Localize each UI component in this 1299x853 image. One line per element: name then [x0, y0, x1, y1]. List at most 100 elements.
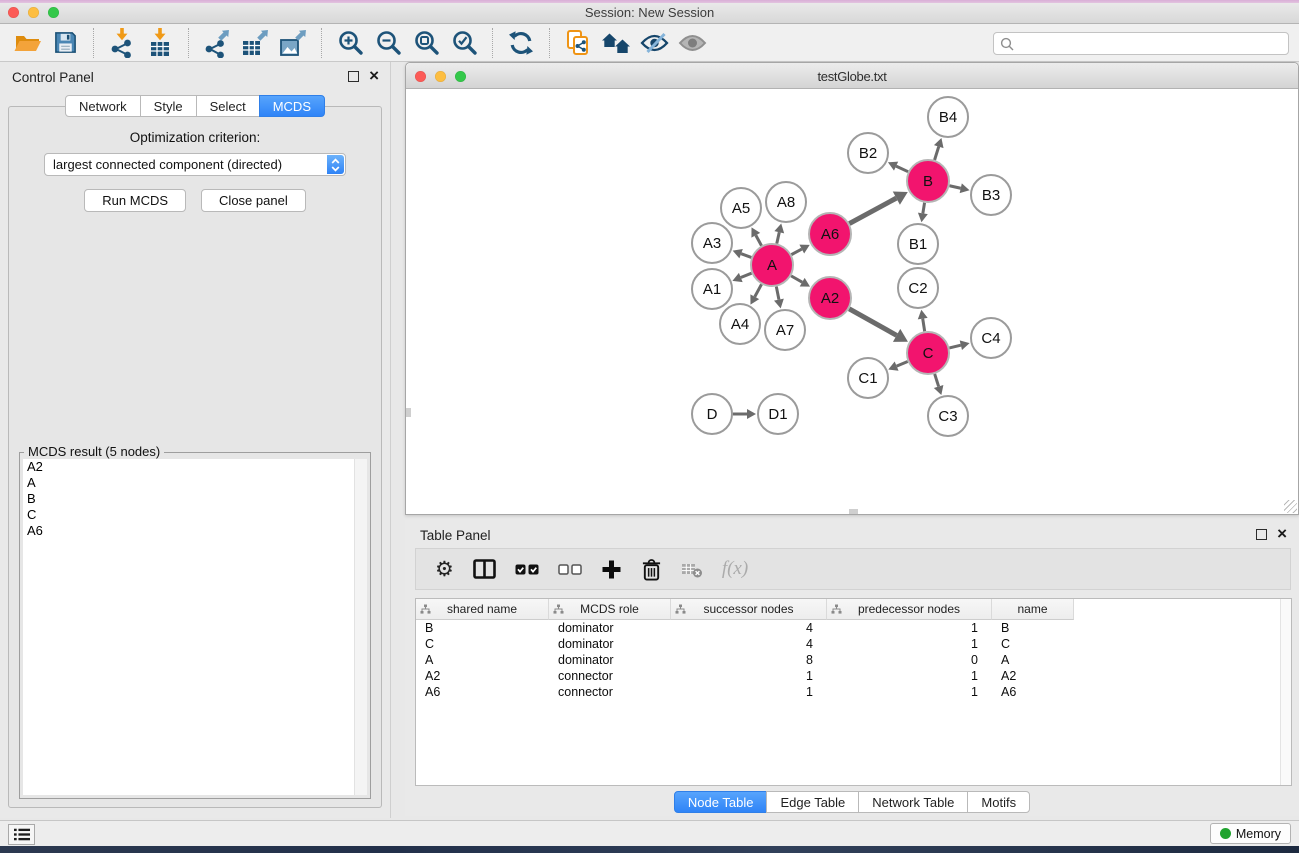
result-item[interactable]: B [23, 491, 367, 507]
close-panel-icon[interactable]: × [369, 66, 379, 86]
select-all-columns-button[interactable] [515, 564, 539, 575]
graph-edge-B-B4[interactable] [935, 147, 939, 160]
graph-edge-B-B2[interactable] [896, 166, 908, 172]
graph-edge-B-B1[interactable] [923, 203, 925, 214]
tab-select[interactable]: Select [196, 95, 260, 117]
column-header-predecessor-nodes[interactable]: predecessor nodes [827, 599, 992, 620]
float-panel-icon[interactable] [348, 71, 359, 82]
cell-shared-name[interactable]: A6 [416, 684, 549, 700]
hide-graphics-details-button[interactable] [635, 26, 673, 60]
zoom-out-button[interactable] [369, 26, 407, 60]
close-panel-button[interactable]: Close panel [201, 189, 306, 212]
task-history-button[interactable] [8, 824, 35, 845]
cell-shared-name[interactable]: A2 [416, 668, 549, 684]
zoom-in-button[interactable] [331, 26, 369, 60]
cell-successor-nodes[interactable]: 8 [671, 652, 827, 668]
cell-successor-nodes[interactable]: 1 [671, 668, 827, 684]
cell-shared-name[interactable]: A [416, 652, 549, 668]
import-network-button[interactable] [103, 26, 141, 60]
float-table-panel-icon[interactable] [1256, 529, 1267, 540]
export-image-button[interactable] [274, 26, 312, 60]
cell-successor-nodes[interactable]: 1 [671, 684, 827, 700]
duplicate-network-button[interactable] [559, 26, 597, 60]
cell-MCDS-role[interactable]: dominator [549, 636, 671, 652]
graph-edge-C-C3[interactable] [935, 374, 939, 386]
save-session-button[interactable] [46, 26, 84, 60]
network-graph[interactable]: A5A8A6A3AA1A4A7A2B2B4BB3B1C2C4CC1C3DD1 [406, 89, 1298, 514]
import-table-button[interactable] [141, 26, 179, 60]
show-graphics-details-button[interactable] [673, 26, 711, 60]
export-network-button[interactable] [198, 26, 236, 60]
create-column-button[interactable] [601, 559, 622, 580]
close-table-panel-icon[interactable]: × [1277, 524, 1287, 544]
cell-predecessor-nodes[interactable]: 0 [827, 652, 992, 668]
cell-predecessor-nodes[interactable]: 1 [827, 620, 992, 636]
cell-successor-nodes[interactable]: 4 [671, 636, 827, 652]
result-item[interactable]: A2 [23, 459, 367, 475]
search-box[interactable] [993, 32, 1289, 55]
graph-edge-A6-B[interactable] [849, 198, 896, 223]
tab-motifs[interactable]: Motifs [967, 791, 1030, 813]
network-canvas[interactable]: A5A8A6A3AA1A4A7A2B2B4BB3B1C2C4CC1C3DD1 [406, 89, 1298, 514]
graph-edge-A-A4[interactable] [755, 284, 762, 296]
graph-edge-C-C2[interactable] [923, 319, 925, 332]
table-row[interactable]: A6connector11A6 [416, 684, 1291, 700]
graph-edge-C-C4[interactable] [949, 345, 960, 348]
table-row[interactable]: Adominator80A [416, 652, 1291, 668]
graph-edge-A2-C[interactable] [849, 309, 896, 336]
result-item[interactable]: C [23, 507, 367, 523]
export-table-button[interactable] [236, 26, 274, 60]
graph-edge-A-A8[interactable] [777, 232, 780, 243]
column-header-name[interactable]: name [992, 599, 1074, 620]
tab-network[interactable]: Network [65, 95, 141, 117]
table-row[interactable]: Bdominator41B [416, 620, 1291, 636]
graph-edge-A-A7[interactable] [776, 287, 779, 300]
graph-edge-A-A2[interactable] [791, 276, 802, 282]
window-resize-grip[interactable] [1284, 500, 1297, 513]
optimization-dropdown[interactable]: largest connected component (directed) [44, 153, 346, 176]
column-header-MCDS-role[interactable]: MCDS role [549, 599, 671, 620]
show-columns-button[interactable] [473, 559, 496, 579]
tab-style[interactable]: Style [140, 95, 197, 117]
cell-name[interactable]: A6 [992, 684, 1074, 700]
cell-predecessor-nodes[interactable]: 1 [827, 668, 992, 684]
graph-edge-A-A1[interactable] [741, 273, 752, 277]
graph-edge-A-A6[interactable] [791, 249, 801, 255]
cell-shared-name[interactable]: B [416, 620, 549, 636]
cell-predecessor-nodes[interactable]: 1 [827, 684, 992, 700]
graph-edge-A-A3[interactable] [741, 254, 751, 258]
tab-network-table[interactable]: Network Table [858, 791, 968, 813]
unselect-all-columns-button[interactable] [558, 564, 582, 575]
graph-edge-B-B3[interactable] [949, 186, 960, 189]
tab-node-table[interactable]: Node Table [674, 791, 768, 813]
cell-predecessor-nodes[interactable]: 1 [827, 636, 992, 652]
cell-successor-nodes[interactable]: 4 [671, 620, 827, 636]
cell-MCDS-role[interactable]: dominator [549, 620, 671, 636]
run-mcds-button[interactable]: Run MCDS [84, 189, 186, 212]
graph-edge-A-A5[interactable] [756, 235, 762, 245]
zoom-selected-button[interactable] [445, 26, 483, 60]
delete-column-button[interactable] [641, 558, 662, 581]
table-settings-button[interactable]: ⚙ [435, 559, 454, 580]
column-header-successor-nodes[interactable]: successor nodes [671, 599, 827, 620]
cell-name[interactable]: A [992, 652, 1074, 668]
cell-MCDS-role[interactable]: connector [549, 684, 671, 700]
birds-eye-handle-icon[interactable] [849, 509, 858, 514]
cell-name[interactable]: A2 [992, 668, 1074, 684]
cell-MCDS-role[interactable]: dominator [549, 652, 671, 668]
cell-MCDS-role[interactable]: connector [549, 668, 671, 684]
table-row[interactable]: Cdominator41C [416, 636, 1291, 652]
open-session-button[interactable] [8, 26, 46, 60]
cell-shared-name[interactable]: C [416, 636, 549, 652]
home-layout-button[interactable] [597, 26, 635, 60]
graph-edge-C-C1[interactable] [897, 361, 908, 366]
column-header-shared-name[interactable]: shared name [416, 599, 549, 620]
side-handle-icon[interactable] [406, 408, 411, 417]
zoom-fit-button[interactable] [407, 26, 445, 60]
table-scrollbar[interactable] [1280, 599, 1291, 785]
result-scrollbar[interactable] [354, 459, 367, 795]
tab-mcds[interactable]: MCDS [259, 95, 325, 117]
result-item[interactable]: A6 [23, 523, 367, 539]
cell-name[interactable]: C [992, 636, 1074, 652]
table-row[interactable]: A2connector11A2 [416, 668, 1291, 684]
